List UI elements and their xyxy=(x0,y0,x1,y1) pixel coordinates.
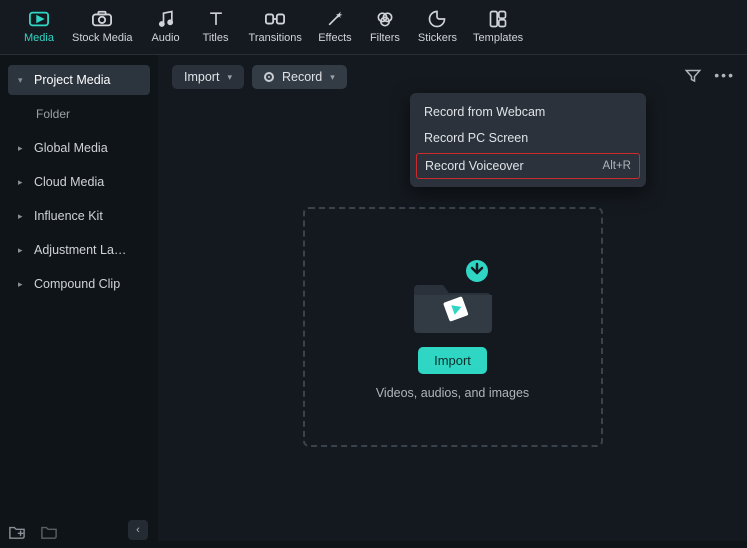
sidebar-item-global-media[interactable]: ▸ Global Media xyxy=(8,133,150,163)
chevron-right-icon: ▸ xyxy=(18,245,28,256)
chevron-down-icon: ▾ xyxy=(330,72,335,83)
more-icon[interactable]: ••• xyxy=(714,67,735,86)
dropzone-hint: Videos, audios, and images xyxy=(376,386,529,400)
camera-icon xyxy=(90,8,114,30)
filter-icon[interactable] xyxy=(684,67,702,86)
nav-label: Filters xyxy=(370,32,400,44)
menu-label: Record PC Screen xyxy=(424,131,528,145)
content-area: Import ▾ Record ▾ ••• Record from Webcam… xyxy=(158,55,747,541)
music-icon xyxy=(154,8,178,30)
sidebar-bottom-tools xyxy=(8,524,58,540)
sidebar-item-label: Influence Kit xyxy=(34,209,103,223)
nav-filters[interactable]: Filters xyxy=(360,6,410,46)
folder-icon[interactable] xyxy=(40,524,58,540)
nav-label: Effects xyxy=(318,32,351,44)
nav-transitions[interactable]: Transitions xyxy=(241,6,310,46)
templates-icon xyxy=(486,8,510,30)
sidebar-item-label: Global Media xyxy=(34,141,108,155)
menu-record-voiceover[interactable]: Record Voiceover Alt+R xyxy=(416,153,640,179)
import-button[interactable]: Import xyxy=(418,347,487,374)
sidebar: ▾ Project Media Folder ▸ Global Media ▸ … xyxy=(0,55,158,541)
nav-stock-media[interactable]: Stock Media xyxy=(64,6,141,46)
menu-shortcut: Alt+R xyxy=(603,160,631,172)
nav-titles[interactable]: Titles xyxy=(191,6,241,46)
chevron-right-icon: ▸ xyxy=(18,177,28,188)
record-icon xyxy=(264,72,274,82)
sidebar-item-adjustment-layer[interactable]: ▸ Adjustment La… xyxy=(8,235,150,265)
media-dropzone[interactable]: Import Videos, audios, and images xyxy=(303,207,603,447)
nav-label: Templates xyxy=(473,32,523,44)
import-label: Import xyxy=(184,70,219,84)
sidebar-item-label: Compound Clip xyxy=(34,277,120,291)
sidebar-item-compound-clip[interactable]: ▸ Compound Clip xyxy=(8,269,150,299)
nav-effects[interactable]: Effects xyxy=(310,6,360,46)
chevron-right-icon: ▸ xyxy=(18,211,28,222)
nav-media[interactable]: Media xyxy=(14,6,64,46)
toolbar-right: ••• xyxy=(684,67,735,86)
import-dropdown-button[interactable]: Import ▾ xyxy=(172,65,244,89)
record-label: Record xyxy=(282,70,322,84)
top-nav: Media Stock Media Audio Titles Transitio… xyxy=(0,0,747,55)
nav-label: Stock Media xyxy=(72,32,133,44)
menu-label: Record Voiceover xyxy=(425,159,524,173)
menu-record-webcam[interactable]: Record from Webcam xyxy=(410,99,646,125)
collapse-sidebar-button[interactable]: ‹ xyxy=(128,520,148,540)
nav-label: Stickers xyxy=(418,32,457,44)
record-dropdown-button[interactable]: Record ▾ xyxy=(252,65,347,89)
nav-stickers[interactable]: Stickers xyxy=(410,6,465,46)
wand-icon xyxy=(323,8,347,30)
transitions-icon xyxy=(263,8,287,30)
folder-illustration xyxy=(403,255,503,335)
new-folder-icon[interactable] xyxy=(8,524,26,540)
nav-label: Transitions xyxy=(249,32,302,44)
nav-label: Media xyxy=(24,32,54,44)
chevron-down-icon: ▾ xyxy=(227,72,232,83)
record-menu: Record from Webcam Record PC Screen Reco… xyxy=(410,93,646,187)
nav-label: Titles xyxy=(203,32,229,44)
filters-icon xyxy=(373,8,397,30)
sidebar-item-influence-kit[interactable]: ▸ Influence Kit xyxy=(8,201,150,231)
chevron-right-icon: ▸ xyxy=(18,143,28,154)
nav-audio[interactable]: Audio xyxy=(141,6,191,46)
chevron-left-icon: ‹ xyxy=(136,524,140,536)
chevron-right-icon: ▸ xyxy=(18,279,28,290)
menu-record-pc-screen[interactable]: Record PC Screen xyxy=(410,125,646,151)
sidebar-item-label: Folder xyxy=(36,107,70,121)
content-toolbar: Import ▾ Record ▾ xyxy=(158,55,747,89)
sidebar-item-cloud-media[interactable]: ▸ Cloud Media xyxy=(8,167,150,197)
nav-label: Audio xyxy=(151,32,179,44)
sidebar-item-project-media[interactable]: ▾ Project Media xyxy=(8,65,150,95)
menu-label: Record from Webcam xyxy=(424,105,545,119)
media-icon xyxy=(27,8,51,30)
sidebar-item-folder[interactable]: Folder xyxy=(8,99,150,129)
sidebar-item-label: Adjustment La… xyxy=(34,243,126,257)
chevron-down-icon: ▾ xyxy=(18,75,28,86)
sidebar-item-label: Project Media xyxy=(34,73,110,87)
text-icon xyxy=(204,8,228,30)
sidebar-item-label: Cloud Media xyxy=(34,175,104,189)
nav-templates[interactable]: Templates xyxy=(465,6,531,46)
sticker-icon xyxy=(425,8,449,30)
